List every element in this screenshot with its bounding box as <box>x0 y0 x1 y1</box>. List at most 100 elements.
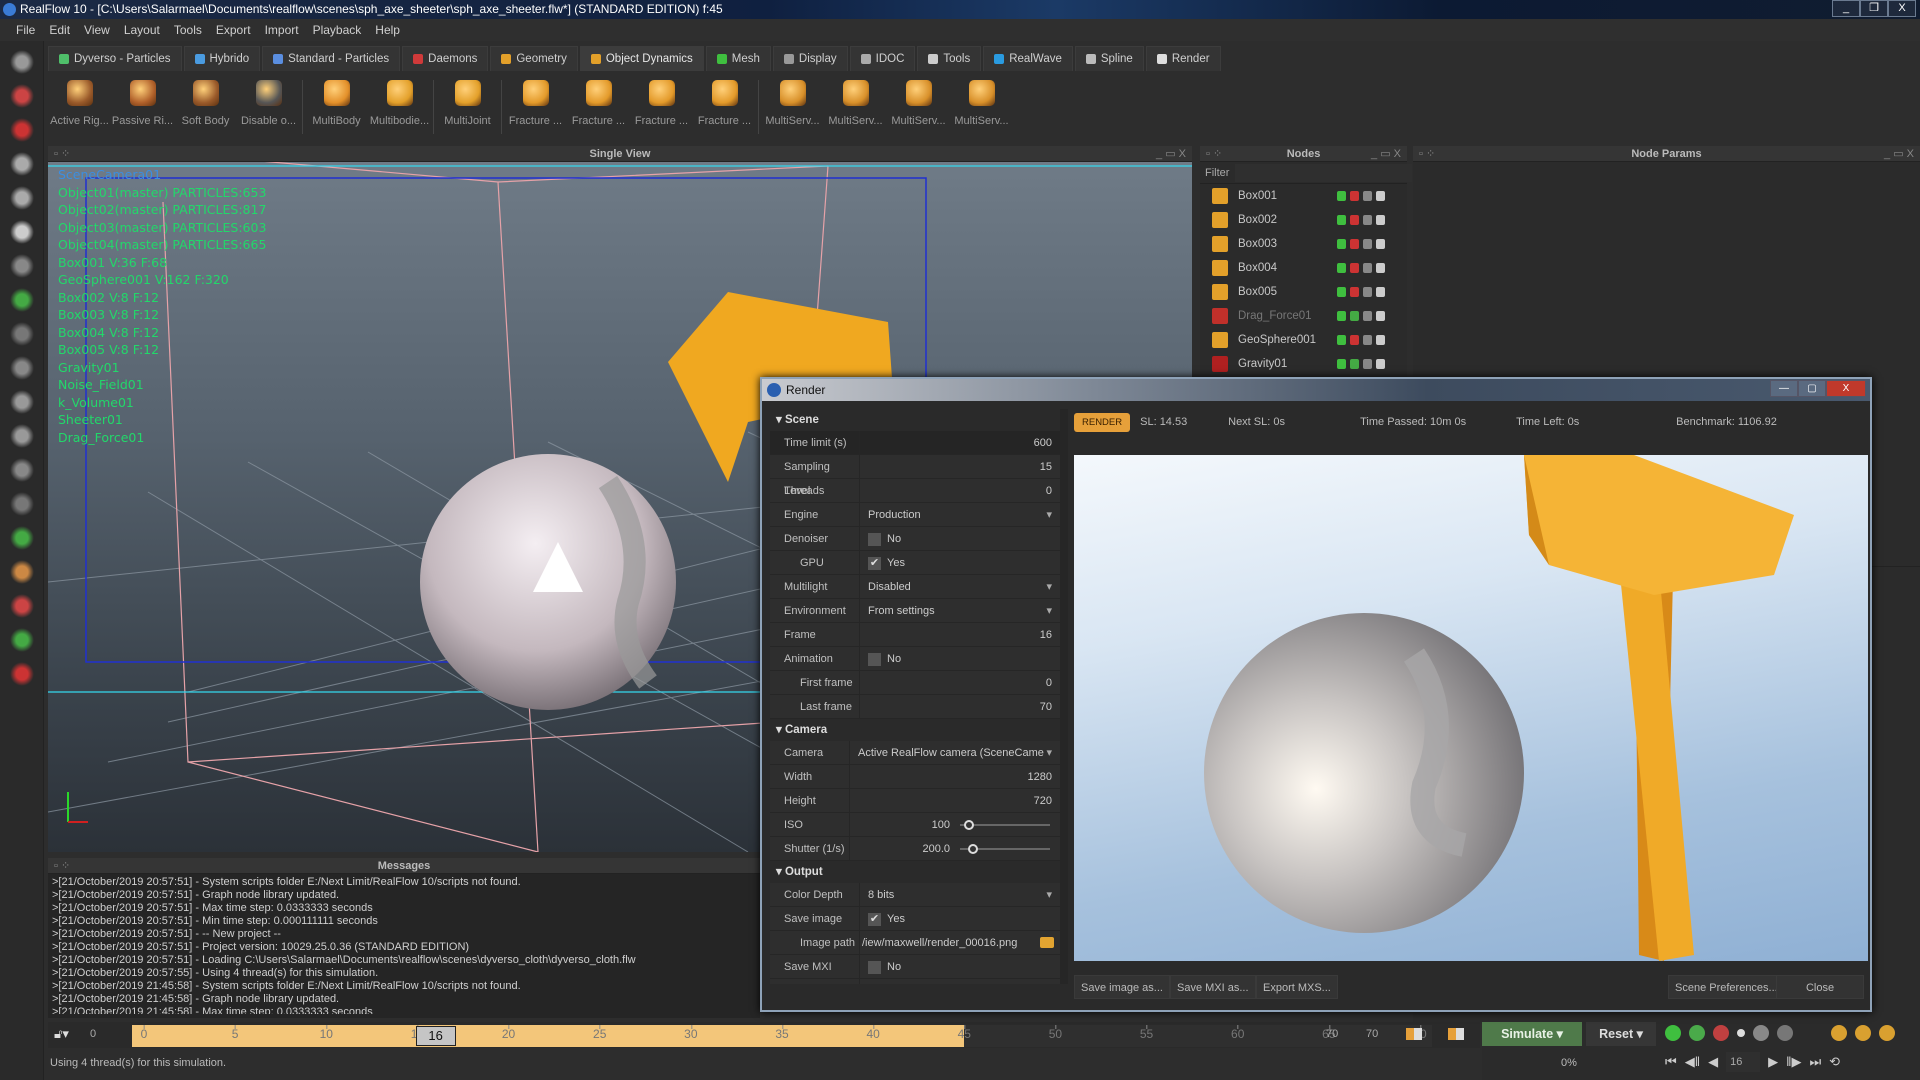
left-tool-0-icon[interactable] <box>7 49 37 75</box>
simulate-button[interactable]: Simulate ▾ <box>1482 1022 1582 1046</box>
message-log[interactable]: >[21/October/2019 20:57:51] - System scr… <box>48 874 760 1014</box>
export-icon[interactable] <box>1350 335 1359 345</box>
render-button[interactable]: RENDER <box>1074 412 1131 432</box>
visibility-icon[interactable] <box>1337 263 1346 273</box>
toolbar-button-1[interactable]: Passive Ri... <box>111 72 174 140</box>
toolbar-button-8[interactable]: Fracture ... <box>567 72 630 140</box>
iso-field[interactable]: 100 <box>932 813 950 836</box>
range-icon[interactable] <box>1406 1028 1422 1040</box>
first-frame-icon[interactable]: ⏮ <box>1665 1054 1677 1070</box>
threads-field[interactable]: 0 <box>860 479 1060 502</box>
toolbar-button-2[interactable]: Soft Body <box>174 72 237 140</box>
height-field[interactable]: 720 <box>850 789 1060 812</box>
left-tool-5-icon[interactable] <box>7 219 37 245</box>
checkbox-icon[interactable] <box>868 652 881 666</box>
frame-field[interactable]: 16 <box>860 623 1060 646</box>
visibility-icon[interactable] <box>1337 311 1346 321</box>
slider-handle[interactable] <box>968 844 978 854</box>
environment-dropdown[interactable]: From settings <box>860 599 1060 622</box>
left-tool-7-icon[interactable] <box>7 287 37 313</box>
left-tool-8-icon[interactable] <box>7 321 37 347</box>
tab-object-dynamics[interactable]: Object Dynamics <box>579 46 704 71</box>
cache-icon[interactable] <box>1665 1025 1681 1041</box>
camera-dropdown[interactable]: Active RealFlow camera (SceneCame <box>850 741 1060 764</box>
toolbar-button-4[interactable]: MultiBody <box>305 72 368 140</box>
shading-icon[interactable] <box>1376 311 1385 321</box>
toolbar-button-7[interactable]: Fracture ... <box>504 72 567 140</box>
slider-handle[interactable] <box>964 820 974 830</box>
node-item[interactable]: Gravity01 <box>1200 352 1407 376</box>
last-frame-field[interactable]: 70 <box>860 695 1060 718</box>
tab-dyverso-particles[interactable]: Dyverso - Particles <box>48 46 182 71</box>
loop-icon[interactable]: ⟲ <box>1829 1054 1840 1070</box>
left-tool-17-icon[interactable] <box>7 627 37 653</box>
settings-export-icon[interactable] <box>1777 1025 1793 1041</box>
shutter-1-s-slider[interactable] <box>960 844 1050 854</box>
toolbar-button-12[interactable]: MultiServ... <box>824 72 887 140</box>
node-item[interactable]: Box003 <box>1200 232 1407 256</box>
denoiser-checkbox[interactable]: No <box>860 527 1060 550</box>
visibility-icon[interactable] <box>1337 359 1346 369</box>
visibility-icon[interactable] <box>1337 335 1346 345</box>
shutter-1-s-field[interactable]: 200.0 <box>922 837 950 860</box>
end-frame-a[interactable]: 70 <box>1326 1028 1338 1040</box>
export-icon[interactable] <box>1350 215 1359 225</box>
toolbar-button-0[interactable]: Active Rig... <box>48 72 111 140</box>
tab-geometry[interactable]: Geometry <box>490 46 578 71</box>
timeline-scrubber[interactable]: 051015202530354045505560657016 <box>132 1025 1432 1047</box>
shading-icon[interactable] <box>1376 335 1385 345</box>
tab-hybrido[interactable]: Hybrido <box>183 46 261 71</box>
filter-input[interactable] <box>1235 163 1413 182</box>
left-tool-14-icon[interactable] <box>7 525 37 551</box>
panel-window-controls[interactable]: _ ▭ X <box>1884 146 1914 162</box>
collapse-triangle-icon[interactable]: ▾ <box>776 724 785 736</box>
time-limit-s-field[interactable]: 600 <box>860 431 1060 454</box>
node-item[interactable]: Drag_Force01 <box>1200 304 1407 328</box>
scene-section-header[interactable]: ▾ Scene <box>770 409 1060 431</box>
save-mxi-checkbox[interactable]: No <box>860 955 1060 978</box>
export-mxs-button[interactable]: Export MXS... <box>1256 975 1338 999</box>
visibility-icon[interactable] <box>1337 191 1346 201</box>
tab-spline[interactable]: Spline <box>1074 46 1144 71</box>
toolbar-button-6[interactable]: MultiJoint <box>436 72 499 140</box>
settings-gear-icon[interactable] <box>1753 1025 1769 1041</box>
menu-file[interactable]: File <box>10 23 43 37</box>
visibility-icon[interactable] <box>1337 215 1346 225</box>
shading-icon[interactable] <box>1376 239 1385 249</box>
toolbar-button-14[interactable]: MultiServ... <box>950 72 1013 140</box>
key-start-icon[interactable] <box>1831 1025 1847 1041</box>
shading-icon[interactable] <box>1376 263 1385 273</box>
animation-checkbox[interactable]: No <box>860 647 1060 670</box>
reset-button[interactable]: Reset ▾ <box>1586 1022 1656 1046</box>
menu-playback[interactable]: Playback <box>307 23 370 37</box>
menu-edit[interactable]: Edit <box>43 23 78 37</box>
iso-slider[interactable] <box>960 820 1050 830</box>
collapse-triangle-icon[interactable]: ▾ <box>776 866 785 878</box>
end-frame-b[interactable]: 70 <box>1366 1028 1378 1040</box>
mxi-path-field[interactable]: view/maxwell/render_00016.mxi <box>860 979 1060 984</box>
node-item[interactable]: Box004 <box>1200 256 1407 280</box>
export-icon[interactable] <box>1350 191 1359 201</box>
step-back-icon[interactable]: ◀‖ <box>1685 1054 1700 1070</box>
visibility-icon[interactable] <box>1337 239 1346 249</box>
dynamics-icon[interactable] <box>1363 359 1372 369</box>
render-minimize-button[interactable]: — <box>1770 380 1798 397</box>
export-icon[interactable] <box>1350 287 1359 297</box>
left-tool-16-icon[interactable] <box>7 593 37 619</box>
panel-dock-icon[interactable]: ▫ ⁘ <box>54 146 70 162</box>
left-tool-6-icon[interactable] <box>7 253 37 279</box>
range-end-icon[interactable] <box>1448 1028 1464 1040</box>
save-image-button[interactable]: Save image as... <box>1074 975 1170 999</box>
save-mxi-button[interactable]: Save MXI as... <box>1170 975 1256 999</box>
render-close-button[interactable]: X <box>1826 380 1866 397</box>
key-end-icon[interactable] <box>1855 1025 1871 1041</box>
checkmark-icon[interactable]: ✔ <box>868 556 881 570</box>
current-frame-marker[interactable]: 16 <box>415 1026 456 1046</box>
dynamics-icon[interactable] <box>1363 239 1372 249</box>
panel-window-controls[interactable]: _ ▭ X <box>1156 146 1186 162</box>
menu-view[interactable]: View <box>78 23 118 37</box>
menu-tools[interactable]: Tools <box>168 23 210 37</box>
step-forward-icon[interactable]: ‖▶ <box>1786 1054 1801 1070</box>
lock-icon[interactable]: 🔓︎▾ <box>54 1026 69 1042</box>
export-icon[interactable] <box>1350 263 1359 273</box>
